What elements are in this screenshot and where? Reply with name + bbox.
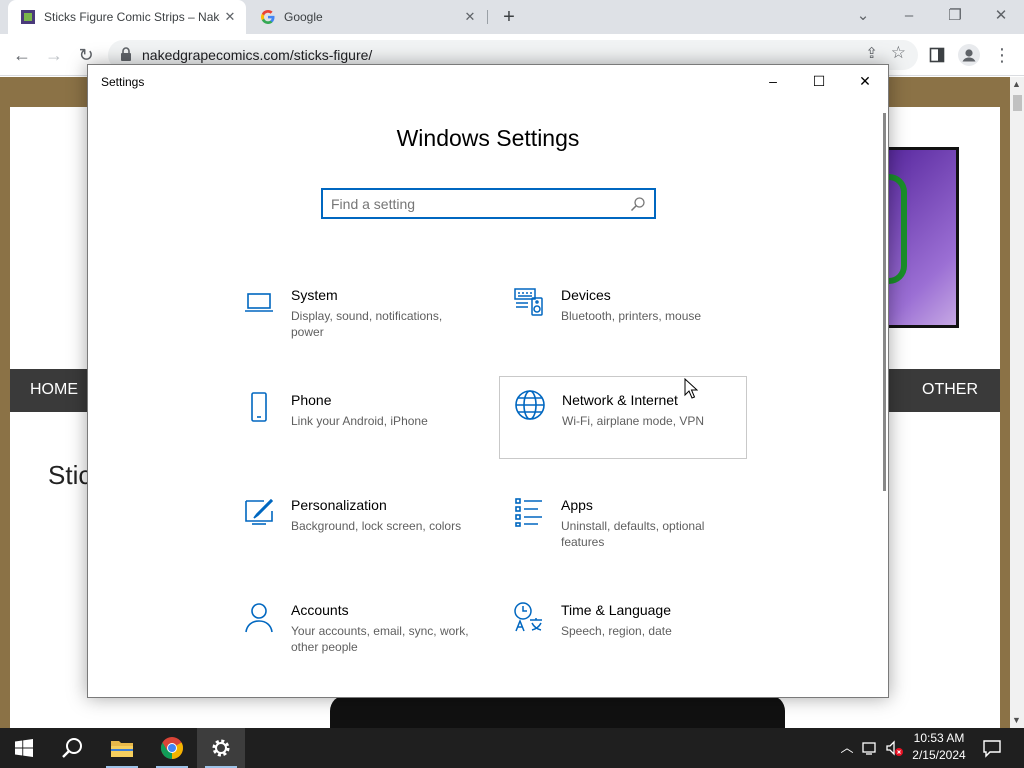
page-title: Windows Settings: [396, 125, 580, 151]
close-button[interactable]: ✕: [842, 65, 888, 97]
tab-divider: [487, 10, 488, 24]
person-icon: [245, 603, 273, 633]
close-browser-button[interactable]: ✕: [989, 5, 1013, 27]
show-hidden-icons-chevron-icon[interactable]: ︿: [837, 738, 857, 758]
minimize-button[interactable]: –: [750, 65, 796, 97]
phone-icon: [251, 392, 267, 422]
folder-icon: [111, 741, 133, 757]
category-network-internet[interactable]: Network & Internet Wi-Fi, airplane mode,…: [499, 376, 747, 459]
taskbar-chrome[interactable]: [148, 728, 196, 768]
apps-list-icon: [515, 498, 542, 527]
globe-icon: [515, 390, 545, 420]
category-name: Apps: [561, 497, 593, 513]
category-phone[interactable]: Phone Link your Android, iPhone: [229, 381, 477, 463]
maximize-button[interactable]: ☐: [796, 65, 842, 97]
taskbar-search-button[interactable]: [48, 728, 96, 768]
gear-icon: [212, 739, 230, 757]
category-desc: Bluetooth, printers, mouse: [561, 309, 702, 323]
category-desc: Wi-Fi, airplane mode, VPN: [562, 414, 705, 428]
taskbar-file-explorer[interactable]: [98, 728, 146, 768]
settings-window: Settings – ☐ ✕ Windows Settings System D…: [87, 64, 889, 698]
figure-banner-image: [330, 695, 785, 728]
settings-titlebar[interactable]: Settings – ☐ ✕: [88, 65, 888, 97]
category-desc: Display, sound, notifications, power: [291, 309, 443, 339]
time-language-icon: [514, 602, 542, 632]
category-system[interactable]: System Display, sound, notifications, po…: [229, 276, 477, 358]
clock-time: 10:53 AM: [913, 731, 965, 745]
browser-menu-icon[interactable]: ⋮: [990, 43, 1014, 67]
category-accounts[interactable]: Accounts Your accounts, email, sync, wor…: [229, 591, 477, 673]
forward-arrow-icon[interactable]: →: [42, 43, 66, 67]
category-name: Time & Language: [561, 602, 671, 618]
category-name: Devices: [561, 287, 611, 303]
window-title: Settings: [101, 75, 145, 89]
minimize-browser-button[interactable]: –: [897, 5, 921, 27]
settings-search-box[interactable]: [321, 188, 656, 219]
windows-logo-icon: [15, 739, 33, 757]
lock-icon: [121, 47, 131, 61]
tab-search-chevron-icon[interactable]: ⌄: [851, 5, 875, 27]
action-center-icon[interactable]: [980, 736, 1004, 760]
bookmark-star-icon[interactable]: ☆: [891, 43, 906, 63]
category-time-language[interactable]: Time & Language Speech, region, date: [499, 591, 747, 673]
search-icon: [630, 197, 645, 212]
network-icon[interactable]: [861, 738, 881, 758]
mouse-cursor-icon: [684, 378, 698, 399]
comic-favicon-icon: [21, 10, 35, 24]
chrome-icon: [161, 737, 183, 759]
restore-browser-button[interactable]: ❐: [943, 5, 967, 27]
browser-tab-google[interactable]: Google ✕: [250, 0, 486, 34]
nav-other-link[interactable]: OTHER: [922, 381, 978, 399]
profile-avatar-icon[interactable]: [958, 44, 980, 66]
category-name: Accounts: [291, 602, 349, 618]
category-desc: Uninstall, defaults, optional features: [561, 519, 705, 549]
url-text: nakedgrapecomics.com/sticks-figure/: [142, 47, 373, 63]
category-name: Phone: [291, 392, 332, 408]
laptop-icon: [245, 293, 273, 312]
category-desc: Background, lock screen, colors: [291, 519, 462, 533]
paintbrush-icon: [245, 498, 274, 525]
browser-tab-strip: Sticks Figure Comic Strips – Naked Grape…: [0, 0, 1024, 34]
category-devices[interactable]: Devices Bluetooth, printers, mouse: [499, 276, 747, 358]
windows-taskbar: ︿ 10:53 AM 2/15/2024: [0, 728, 1024, 768]
page-heading: Stic: [48, 460, 92, 490]
comic-logo-image: [886, 147, 959, 328]
page-scrollbar[interactable]: ▲ ▼: [1010, 77, 1024, 728]
close-tab-icon[interactable]: ✕: [460, 9, 480, 25]
category-name: Personalization: [291, 497, 387, 513]
tab-title: Google: [284, 10, 323, 24]
search-input[interactable]: [331, 194, 611, 214]
clock-date: 2/15/2024: [912, 748, 966, 762]
settings-scrollbar[interactable]: [883, 113, 886, 491]
volume-muted-icon[interactable]: [884, 738, 904, 758]
start-button[interactable]: [0, 728, 48, 768]
system-clock[interactable]: 10:53 AM 2/15/2024: [904, 730, 974, 764]
back-arrow-icon[interactable]: ←: [10, 43, 34, 67]
category-desc: Link your Android, iPhone: [291, 414, 428, 428]
share-icon[interactable]: ⇪: [865, 44, 878, 62]
category-name: System: [291, 287, 338, 303]
scrollbar-thumb[interactable]: [1013, 95, 1022, 111]
new-tab-button[interactable]: +: [498, 6, 520, 28]
side-panel-icon[interactable]: [929, 47, 945, 63]
search-icon: [62, 738, 82, 758]
tab-title: Sticks Figure Comic Strips – Naked Grape…: [44, 10, 220, 24]
google-favicon-icon: [261, 10, 275, 24]
nav-home-link[interactable]: HOME: [30, 381, 78, 399]
browser-tab-sticks-figure[interactable]: Sticks Figure Comic Strips – Naked Grape…: [8, 0, 246, 34]
taskbar-settings[interactable]: [197, 728, 245, 768]
scroll-down-arrow-icon[interactable]: ▼: [1012, 715, 1021, 725]
category-apps[interactable]: Apps Uninstall, defaults, optional featu…: [499, 486, 747, 568]
category-personalization[interactable]: Personalization Background, lock screen,…: [229, 486, 477, 568]
category-desc: Your accounts, email, sync, work, other …: [291, 624, 469, 654]
devices-icon: [514, 288, 543, 316]
scroll-up-arrow-icon[interactable]: ▲: [1012, 79, 1021, 89]
category-name: Network & Internet: [562, 392, 678, 408]
close-tab-icon[interactable]: ✕: [220, 9, 240, 25]
category-desc: Speech, region, date: [561, 624, 672, 638]
